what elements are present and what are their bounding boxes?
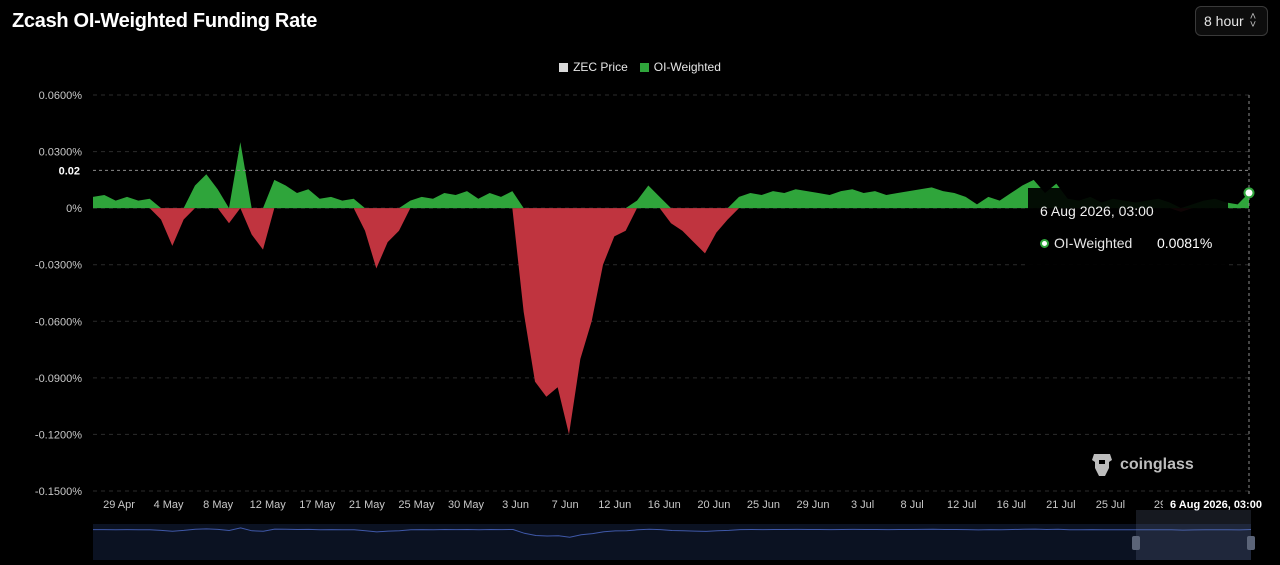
navigator-line <box>93 524 1251 560</box>
x-tick-label: 20 Jun <box>697 499 730 511</box>
x-tick-label: 12 Jun <box>598 499 631 511</box>
x-axis-ticks: 29 Apr 4 May 8 May 12 May 17 May 21 May 25 May… <box>103 499 1166 511</box>
x-tick-label: 3 Jul <box>851 499 874 511</box>
x-tick-label: 8 May <box>203 499 233 511</box>
x-tick-label: 17 May <box>299 499 336 511</box>
x-tick-label: 29 Apr <box>103 499 135 511</box>
funding-rate-chart[interactable]: 0.0600% 0.0300% 0% -0.0300% -0.0600% -0.0900%… <box>0 0 1280 560</box>
x-tick-label: 21 Jul <box>1046 499 1075 511</box>
y-tick-label: 0.0600% <box>39 90 83 102</box>
active-point-marker <box>1245 188 1254 197</box>
x-tick-label: 30 May <box>448 499 485 511</box>
x-tick-label: 25 Jun <box>747 499 780 511</box>
range-navigator[interactable] <box>93 524 1251 560</box>
x-tick-label: 16 Jul <box>997 499 1026 511</box>
x-tick-label: 21 May <box>349 499 386 511</box>
x-tick-label: 7 Jun <box>552 499 579 511</box>
x-tick-label: 29 Jun <box>796 499 829 511</box>
navigator-right-handle[interactable] <box>1247 536 1255 550</box>
series-area-oi-weighted <box>93 142 1249 434</box>
navigator-selection[interactable] <box>1136 510 1251 560</box>
crosshair: 0.02 6 Aug 2026, 03:00 <box>52 95 1267 513</box>
x-tick-label: 16 Jun <box>648 499 681 511</box>
y-axis-ticks: 0.0600% 0.0300% 0% -0.0300% -0.0600% -0.0900%… <box>35 90 82 498</box>
tooltip-series-dot-icon <box>1040 239 1049 248</box>
y-tick-label: 0.0300% <box>39 147 83 159</box>
y-tick-label: -0.0900% <box>35 373 82 385</box>
y-tick-label: 0% <box>66 203 82 215</box>
navigator-left-handle[interactable] <box>1132 536 1140 550</box>
x-tick-label: 12 May <box>250 499 287 511</box>
tooltip-series-row: OI-Weighted <box>1040 235 1132 251</box>
tooltip-date: 6 Aug 2026, 03:00 <box>1040 203 1154 219</box>
tooltip-series-name: OI-Weighted <box>1054 235 1132 251</box>
coinglass-icon <box>1090 452 1114 478</box>
x-tick-label: 8 Jul <box>901 499 924 511</box>
crosshair-y-label: 0.02 <box>59 165 80 177</box>
watermark-text: coinglass <box>1120 456 1194 474</box>
x-tick-label: 3 Jun <box>502 499 529 511</box>
y-tick-label: -0.1500% <box>35 486 82 498</box>
coinglass-logo: coinglass <box>1090 452 1194 478</box>
y-tick-label: -0.0300% <box>35 260 82 272</box>
x-tick-label: 25 Jul <box>1096 499 1125 511</box>
chart-tooltip: 6 Aug 2026, 03:00 OI-Weighted 0.0081% <box>1028 188 1228 268</box>
y-tick-label: -0.1200% <box>35 429 82 441</box>
y-tick-label: -0.0600% <box>35 316 82 328</box>
x-tick-label: 25 May <box>398 499 435 511</box>
tooltip-value: 0.0081% <box>1157 235 1212 251</box>
grid-lines <box>93 95 1249 491</box>
x-tick-label: 12 Jul <box>947 499 976 511</box>
x-tick-label: 4 May <box>154 499 184 511</box>
